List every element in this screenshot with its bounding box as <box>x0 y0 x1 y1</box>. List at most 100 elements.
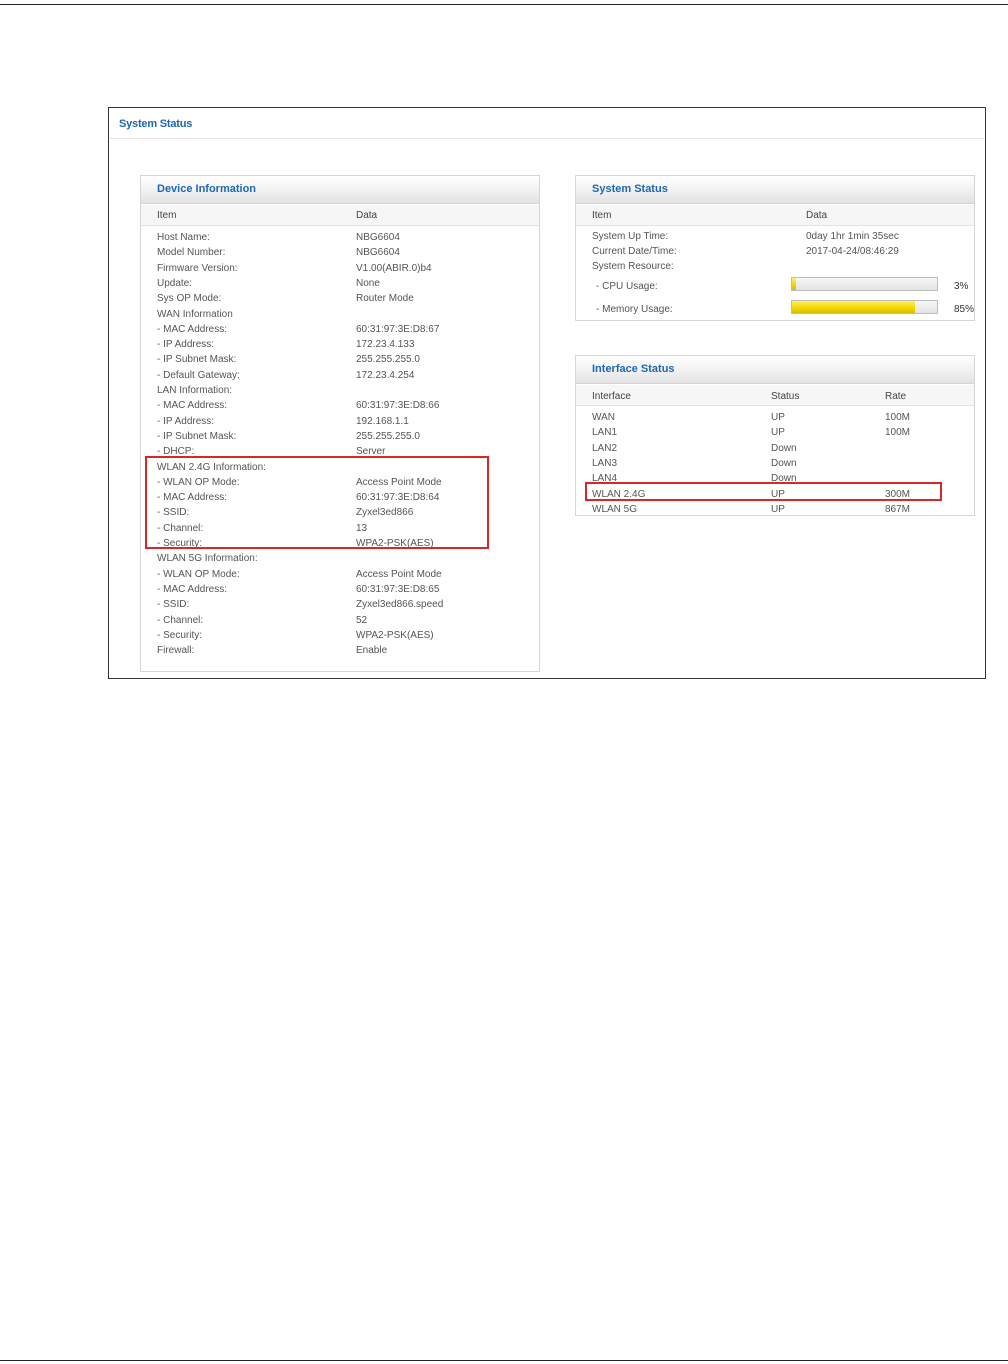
device-info-value: 60:31:97:3E:D8:65 <box>356 583 440 595</box>
device-info-item: - IP Subnet Mask: <box>157 354 237 366</box>
system-status-col-data: Data <box>806 210 828 221</box>
title-divider <box>110 138 984 139</box>
device-info-row: Firewall: Enable <box>141 645 539 660</box>
interface-rate-cell: 100M <box>885 412 911 423</box>
device-info-item: WAN Information <box>157 308 233 320</box>
device-info-row: - SSID: Zyxel3ed866.speed <box>141 599 539 614</box>
device-info-row: - Default Gateway: 172.23.4.254 <box>141 370 539 385</box>
device-info-item: Model Number: <box>157 247 226 259</box>
interface-interface-cell: LAN2 <box>592 442 618 454</box>
interface-col-status: Status <box>771 391 800 402</box>
interface-interface-cell: LAN3 <box>592 457 618 469</box>
interface-interface-cell: WLAN 5G <box>592 503 638 515</box>
datetime-row: Current Date/Time: 2017-04-24/08:46:29 <box>576 246 974 261</box>
device-info-row: Host Name: NBG6604 <box>141 232 539 247</box>
device-info-value: 192.168.1.1 <box>356 415 409 427</box>
device-info-item: Firmware Version: <box>157 262 238 274</box>
device-info-value: Router Mode <box>356 293 414 305</box>
device-info-value: 172.23.4.133 <box>356 339 415 351</box>
device-information-panel: Device Information Item Data Host Name: N… <box>140 175 540 672</box>
device-info-item: WLAN 5G Information: <box>157 553 258 565</box>
system-resource-label: System Resource: <box>592 261 674 272</box>
device-info-row: WAN Information <box>141 309 539 324</box>
device-info-value: NBG6604 <box>356 247 400 259</box>
interface-row: LAN1 UP 100M <box>576 427 974 442</box>
device-info-item: - Channel: <box>157 614 204 626</box>
device-info-item: - SSID: <box>157 599 190 611</box>
device-info-value: 172.23.4.254 <box>356 369 415 381</box>
device-info-value: Zyxel3ed866.speed <box>356 599 444 611</box>
wlan24-info-highlight <box>145 456 489 549</box>
interface-row: LAN2 Down <box>576 443 974 458</box>
device-info-row: Firmware Version: V1.00(ABIR.0)b4 <box>141 263 539 278</box>
interface-status-cell: UP <box>771 503 785 515</box>
device-information-title: Device Information <box>141 176 539 204</box>
system-status-title: System Status <box>576 176 974 204</box>
device-info-item: - MAC Address: <box>157 323 228 335</box>
device-info-value: NBG6604 <box>356 232 400 243</box>
cpu-usage-bar-fill <box>792 278 797 290</box>
system-resource-row: System Resource: <box>576 261 974 276</box>
interface-row: WLAN 5G UP 867M <box>576 504 974 519</box>
interface-row: WAN UP 100M <box>576 412 974 427</box>
cpu-usage-bar <box>791 277 938 291</box>
device-info-row: - WLAN OP Mode: Access Point Mode <box>141 569 539 584</box>
datetime-label: Current Date/Time: <box>592 246 677 257</box>
device-info-item: LAN Information: <box>157 385 233 396</box>
interface-rate-cell: 867M <box>885 503 911 515</box>
device-info-row: Sys OP Mode: Router Mode <box>141 293 539 308</box>
device-info-item: Host Name: <box>157 232 210 243</box>
memory-usage-bar <box>791 300 938 314</box>
device-info-row: - MAC Address: 60:31:97:3E:D8:66 <box>141 400 539 415</box>
interface-status-cell: Down <box>771 442 797 454</box>
interface-interface-cell: LAN1 <box>592 427 618 439</box>
page-top-rule <box>0 4 1008 5</box>
device-info-col-data: Data <box>356 210 378 221</box>
system-status-header-row <box>576 205 974 226</box>
interface-status-title: Interface Status <box>576 356 974 384</box>
up-time-value: 0day 1hr 1min 35sec <box>806 231 899 242</box>
device-info-value: 60:31:97:3E:D8:66 <box>356 400 440 412</box>
system-status-col-item: Item <box>592 210 612 221</box>
wlan24-interface-highlight <box>585 482 942 501</box>
system-status-panel: System Status Item Data System Up Time: … <box>575 175 975 321</box>
memory-usage-percent: 85% <box>954 304 975 315</box>
device-info-item: - IP Address: <box>157 415 215 427</box>
interface-col-interface: Interface <box>592 391 631 402</box>
device-info-row: Model Number: NBG6604 <box>141 247 539 262</box>
device-info-value: Access Point Mode <box>356 568 442 580</box>
interface-status-cell: Down <box>771 457 797 469</box>
device-info-value: 60:31:97:3E:D8:67 <box>356 323 440 335</box>
up-time-row: System Up Time: 0day 1hr 1min 35sec <box>576 231 974 246</box>
memory-usage-bar-fill <box>792 301 916 313</box>
device-info-item: - IP Address: <box>157 339 215 351</box>
interface-status-cell: UP <box>771 412 785 423</box>
page-title: System Status <box>119 118 193 130</box>
device-info-row: - IP Subnet Mask: 255.255.255.0 <box>141 354 539 369</box>
interface-status-cell: UP <box>771 427 785 439</box>
device-info-item: - Default Gateway: <box>157 369 240 381</box>
datetime-value: 2017-04-24/08:46:29 <box>806 246 899 257</box>
device-info-item: - IP Subnet Mask: <box>157 430 237 442</box>
device-info-item: Firewall: <box>157 645 195 657</box>
device-info-value: 255.255.255.0 <box>356 354 420 366</box>
system-status-screen: System Status Device Information Item Da… <box>108 107 986 679</box>
cpu-usage-percent: 3% <box>954 281 969 292</box>
device-info-row: - MAC Address: 60:31:97:3E:D8:67 <box>141 324 539 339</box>
device-info-value: WPA2-PSK(AES) <box>356 629 434 641</box>
device-info-item: - MAC Address: <box>157 400 228 412</box>
up-time-label: System Up Time: <box>592 231 669 242</box>
device-info-row: WLAN 5G Information: <box>141 553 539 568</box>
interface-row: LAN3 Down <box>576 458 974 473</box>
device-info-col-item: Item <box>157 210 177 221</box>
device-info-item: Sys OP Mode: <box>157 293 222 305</box>
device-info-value: 52 <box>356 614 368 626</box>
interface-interface-cell: WAN <box>592 412 615 423</box>
device-info-row: - MAC Address: 60:31:97:3E:D8:65 <box>141 584 539 599</box>
device-info-value: Enable <box>356 645 388 657</box>
device-info-row: - Security: WPA2-PSK(AES) <box>141 630 539 645</box>
device-info-item: - WLAN OP Mode: <box>157 568 240 580</box>
device-info-row: - IP Subnet Mask: 255.255.255.0 <box>141 431 539 446</box>
device-info-row: - IP Address: 192.168.1.1 <box>141 416 539 431</box>
device-info-value: None <box>356 277 380 289</box>
